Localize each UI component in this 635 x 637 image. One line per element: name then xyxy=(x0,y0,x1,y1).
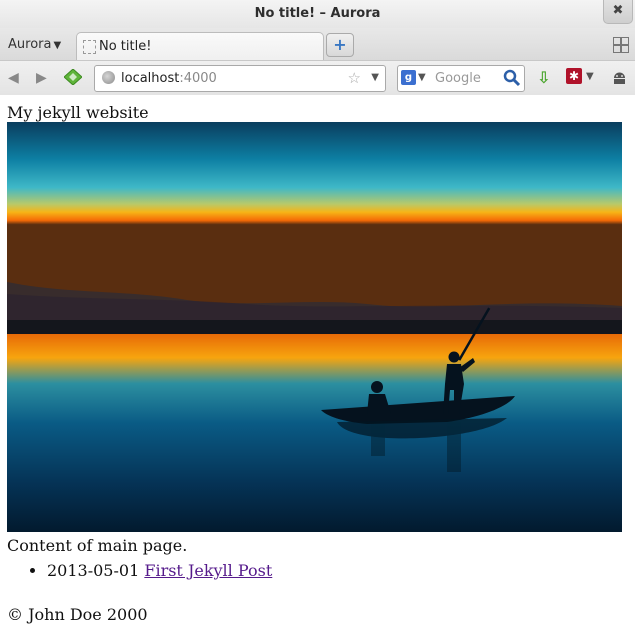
back-button[interactable]: ◀​ xyxy=(8,70,19,86)
forward-button[interactable]: ▶ xyxy=(36,70,47,86)
bookmark-star-icon[interactable]: ☆ xyxy=(348,69,361,87)
footer-text: © John Doe 2000 xyxy=(7,605,148,624)
hero-image xyxy=(7,122,622,532)
window-title: No title! – Aurora xyxy=(254,6,381,21)
list-item: 2013-05-01 First Jekyll Post xyxy=(47,561,272,580)
tab-active[interactable]: No title! xyxy=(76,32,324,61)
window-titlebar: No title! – Aurora ✖ xyxy=(0,0,635,29)
search-bar[interactable]: g ▼ Google xyxy=(397,65,525,92)
url-text: localhost:4000 xyxy=(121,71,217,86)
search-icon[interactable] xyxy=(503,69,521,87)
post-link[interactable]: First Jekyll Post xyxy=(144,561,272,580)
url-host: localhost xyxy=(121,71,180,86)
globe-icon xyxy=(102,71,115,84)
google-icon[interactable]: g xyxy=(401,70,416,85)
addon-icon[interactable]: ✱ xyxy=(566,68,582,84)
window-close-button[interactable]: ✖ xyxy=(603,0,633,24)
post-list: 2013-05-01 First Jekyll Post xyxy=(0,561,272,580)
search-engine-dropdown-icon[interactable]: ▼ xyxy=(418,72,426,83)
chevron-down-icon: ▼ xyxy=(53,40,62,51)
app-menu-label: Aurora xyxy=(8,37,52,52)
url-bar[interactable]: localhost:4000 ☆ ▼ xyxy=(94,65,386,92)
app-menu-button[interactable]: Aurora ▼ xyxy=(8,37,61,52)
navigation-toolbar: ◀​ ▶ localhost:4000 ☆ ▼ g ▼ Google ⇩ ✱ ▼ xyxy=(0,60,635,96)
new-tab-button[interactable]: + xyxy=(326,33,354,57)
android-icon[interactable] xyxy=(612,70,627,84)
search-input[interactable]: Google xyxy=(435,71,481,86)
post-date: 2013-05-01 xyxy=(47,561,140,580)
tab-title: No title! xyxy=(99,39,152,54)
addon-dropdown-icon[interactable]: ▼ xyxy=(586,71,594,82)
url-port: :4000 xyxy=(179,71,217,86)
page-icon xyxy=(83,40,96,54)
tab-bar: Aurora ▼ No title! + xyxy=(0,28,635,61)
page-content: My jekyll website Content of main page. … xyxy=(0,95,635,637)
download-icon[interactable]: ⇩ xyxy=(537,68,550,87)
history-dropdown-icon[interactable]: ▼ xyxy=(371,72,379,83)
reload-icon[interactable] xyxy=(64,69,82,85)
main-content-text: Content of main page. xyxy=(7,536,188,555)
site-title: My jekyll website xyxy=(7,103,149,122)
tab-groups-icon[interactable] xyxy=(613,37,629,53)
